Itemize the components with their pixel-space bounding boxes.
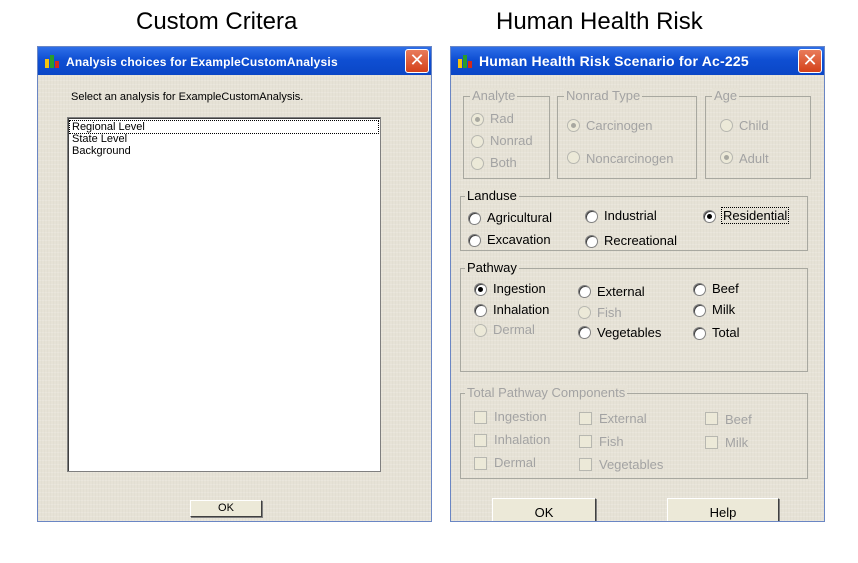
list-item[interactable]: Regional Level: [69, 120, 379, 134]
ok-button[interactable]: OK: [492, 498, 596, 521]
comp-ingestion-label: Ingestion: [494, 409, 547, 424]
landuse-group: Landuse Agricultural Industrial Resident…: [460, 188, 808, 251]
help-button[interactable]: Help: [667, 498, 779, 521]
milk-label: Milk: [712, 302, 736, 317]
comp-inhalation-label: Inhalation: [494, 432, 551, 447]
app-chart-icon: [457, 52, 475, 70]
dermal-label: Dermal: [493, 322, 535, 337]
comp-vegetables-checkbox[interactable]: [579, 458, 592, 471]
beef-label: Beef: [712, 281, 739, 296]
analyte-group: Analyte Rad Nonrad Both: [463, 88, 550, 179]
adult-radio[interactable]: [720, 151, 733, 164]
inhalation-label: Inhalation: [493, 302, 550, 317]
residential-label: Residential: [720, 207, 790, 224]
hhr-dialog-body: Analyte Rad Nonrad Both Nonrad Type Carc…: [451, 75, 824, 521]
list-item[interactable]: State Level: [70, 133, 129, 145]
analyte-rad-radio[interactable]: [471, 113, 484, 126]
dermal-radio[interactable]: [474, 324, 487, 337]
excavation-radio[interactable]: [468, 234, 481, 247]
analysis-dialog-title: Analysis choices for ExampleCustomAnalys…: [66, 55, 338, 69]
list-item[interactable]: Background: [70, 145, 133, 157]
age-group-label: Age: [712, 88, 740, 103]
carcinogen-label: Carcinogen: [586, 118, 653, 133]
nonrad-type-group-label: Nonrad Type: [564, 88, 643, 103]
ok-button[interactable]: OK: [190, 500, 262, 517]
total-label: Total: [712, 325, 740, 340]
human-health-risk-dialog: Human Health Risk Scenario for Ac-225 ✕ …: [450, 46, 825, 522]
custom-criteria-caption: Custom Critera: [136, 8, 298, 35]
comp-ingestion-checkbox[interactable]: [474, 411, 487, 424]
recreational-label: Recreational: [604, 233, 677, 248]
close-icon[interactable]: ✕: [798, 49, 822, 73]
comp-dermal-label: Dermal: [494, 455, 536, 470]
comp-external-checkbox[interactable]: [579, 412, 592, 425]
external-radio[interactable]: [578, 285, 591, 298]
analysis-choices-dialog: Analysis choices for ExampleCustomAnalys…: [37, 46, 432, 522]
analysis-listbox[interactable]: Regional Level State Level Background: [67, 117, 381, 472]
noncarcinogen-radio[interactable]: [567, 151, 580, 164]
comp-dermal-checkbox[interactable]: [474, 457, 487, 470]
components-group-label: Total Pathway Components: [465, 385, 628, 400]
pathway-group: Pathway Ingestion External Beef Inhalati…: [460, 260, 808, 372]
analysis-dialog-titlebar[interactable]: Analysis choices for ExampleCustomAnalys…: [38, 47, 431, 75]
recreational-radio[interactable]: [585, 235, 598, 248]
close-icon[interactable]: ✕: [405, 49, 429, 73]
agricultural-radio[interactable]: [468, 212, 481, 225]
human-health-risk-caption: Human Health Risk: [496, 8, 703, 35]
ingestion-radio[interactable]: [474, 283, 487, 296]
total-pathway-components-group: Total Pathway Components Ingestion Exter…: [460, 385, 808, 479]
comp-fish-label: Fish: [599, 434, 624, 449]
comp-vegetables-label: Vegetables: [599, 457, 664, 472]
analyte-rad-label: Rad: [490, 111, 514, 126]
analyte-nonrad-radio[interactable]: [471, 135, 484, 148]
milk-radio[interactable]: [693, 304, 706, 317]
residential-radio[interactable]: [703, 210, 716, 223]
child-label: Child: [739, 118, 769, 133]
analyte-group-label: Analyte: [470, 88, 518, 103]
agricultural-label: Agricultural: [487, 210, 553, 225]
age-group: Age Child Adult: [705, 88, 811, 179]
fish-radio[interactable]: [578, 306, 591, 319]
analyte-both-label: Both: [490, 155, 517, 170]
child-radio[interactable]: [720, 119, 733, 132]
comp-milk-label: Milk: [725, 435, 749, 450]
analyte-nonrad-label: Nonrad: [490, 133, 533, 148]
industrial-radio[interactable]: [585, 210, 598, 223]
comp-beef-checkbox[interactable]: [705, 412, 718, 425]
carcinogen-radio[interactable]: [567, 119, 580, 132]
comp-fish-checkbox[interactable]: [579, 435, 592, 448]
hhr-dialog-title: Human Health Risk Scenario for Ac-225: [479, 53, 749, 69]
beef-radio[interactable]: [693, 283, 706, 296]
noncarcinogen-label: Noncarcinogen: [586, 151, 674, 166]
external-label: External: [597, 284, 645, 299]
comp-external-label: External: [599, 411, 647, 426]
inhalation-radio[interactable]: [474, 304, 487, 317]
analyte-both-radio[interactable]: [471, 157, 484, 170]
hhr-dialog-titlebar[interactable]: Human Health Risk Scenario for Ac-225 ✕: [451, 47, 824, 75]
vegetables-label: Vegetables: [597, 325, 662, 340]
adult-label: Adult: [739, 151, 769, 166]
industrial-label: Industrial: [604, 208, 657, 223]
analysis-prompt: Select an analysis for ExampleCustomAnal…: [71, 91, 304, 103]
nonrad-type-group: Nonrad Type Carcinogen Noncarcinogen: [557, 88, 697, 179]
excavation-label: Excavation: [487, 232, 551, 247]
comp-inhalation-checkbox[interactable]: [474, 434, 487, 447]
app-chart-icon: [44, 52, 62, 70]
comp-milk-checkbox[interactable]: [705, 436, 718, 449]
analysis-dialog-body: Select an analysis for ExampleCustomAnal…: [38, 75, 431, 521]
ingestion-label: Ingestion: [493, 281, 546, 296]
total-radio[interactable]: [693, 327, 706, 340]
pathway-group-label: Pathway: [465, 260, 519, 275]
comp-beef-label: Beef: [725, 412, 752, 427]
fish-label: Fish: [597, 305, 622, 320]
landuse-group-label: Landuse: [465, 188, 519, 203]
vegetables-radio[interactable]: [578, 326, 591, 339]
